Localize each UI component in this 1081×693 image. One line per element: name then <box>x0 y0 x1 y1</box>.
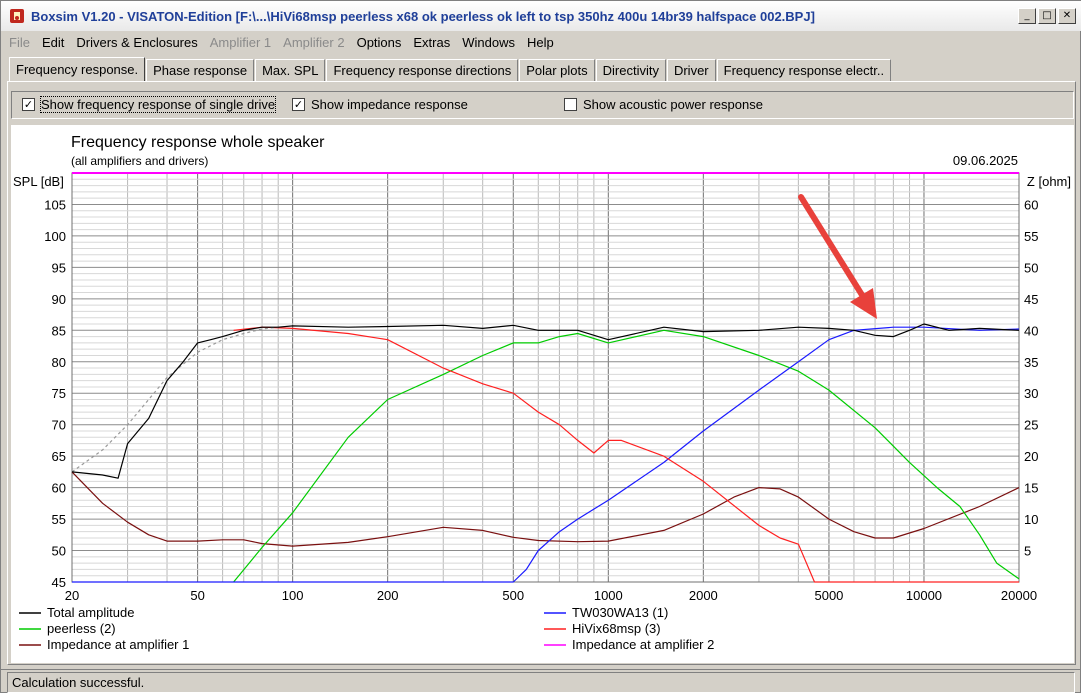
menu-amplifier-2[interactable]: Amplifier 2 <box>283 35 344 50</box>
legend-label-tw030: TW030WA13 (1) <box>572 605 668 620</box>
y-tick-label: 90 <box>52 292 66 307</box>
show-single-drive-checkbox[interactable]: ✓ Show frequency response of single driv… <box>22 96 277 113</box>
menu-amplifier-1[interactable]: Amplifier 1 <box>210 35 271 50</box>
status-text: Calculation successful. <box>7 671 1075 693</box>
y-tick-label: 70 <box>52 418 66 433</box>
tab-frequency-response[interactable]: Frequency response. <box>9 57 146 81</box>
menu-extras[interactable]: Extras <box>413 35 450 50</box>
series-line-impedance1 <box>71 471 1020 547</box>
frequency-response-chart[interactable]: Frequency response whole speaker (all am… <box>11 125 1074 663</box>
y-axis-label: SPL [dB] <box>13 174 64 189</box>
y-tick-label: 100 <box>44 229 66 244</box>
chart-grid <box>71 172 1020 583</box>
x-tick-label: 2000 <box>689 588 718 603</box>
checkbox-checked-icon: ✓ <box>22 98 35 111</box>
tab-directivity[interactable]: Directivity <box>595 59 666 81</box>
show-acoustic-power-checkbox[interactable]: Show acoustic power response <box>564 97 763 112</box>
x-tick-label: 500 <box>502 588 524 603</box>
y2-tick-label: 50 <box>1024 260 1038 275</box>
checkbox-unchecked-icon <box>564 98 577 111</box>
y2-tick-label: 25 <box>1024 418 1038 433</box>
y-tick-label: 60 <box>52 481 66 496</box>
window-title: Boxsim V1.20 - VISATON-Edition [F:\...\H… <box>31 8 815 24</box>
chart-series <box>71 172 1020 583</box>
x-tick-label: 50 <box>190 588 204 603</box>
y-tick-label: 80 <box>52 355 66 370</box>
y-tick-label: 55 <box>52 512 66 527</box>
chart-legend: Total amplitude TW030WA13 (1) peerless (2)… <box>19 605 714 652</box>
legend-label-total: Total amplitude <box>47 605 134 620</box>
y-tick-label: 105 <box>44 197 66 212</box>
chart-date: 09.06.2025 <box>953 153 1018 168</box>
y-tick-label: 85 <box>52 323 66 338</box>
legend-label-hivi: HiVix68msp (3) <box>572 621 661 636</box>
menu-drivers-enclosures[interactable]: Drivers & Enclosures <box>76 35 197 50</box>
x-tick-label: 20 <box>65 588 79 603</box>
menu-bar: File Edit Drivers & Enclosures Amplifier… <box>1 31 1081 53</box>
plot-frame <box>71 172 1020 583</box>
tab-phase-response[interactable]: Phase response <box>146 59 255 81</box>
y2-tick-label: 20 <box>1024 449 1038 464</box>
x-tick-label: 100 <box>282 588 304 603</box>
chart-title: Frequency response whole speaker <box>71 134 325 151</box>
tab-frequency-response-electrical[interactable]: Frequency response electr.. <box>716 59 892 81</box>
y2-tick-label: 40 <box>1024 323 1038 338</box>
y2-tick-label: 30 <box>1024 386 1038 401</box>
tab-polar-plots[interactable]: Polar plots <box>519 59 595 81</box>
checkbox-checked-icon: ✓ <box>292 98 305 111</box>
minimize-button[interactable]: _ <box>1018 8 1036 24</box>
tab-frequency-response-directions[interactable]: Frequency response directions <box>326 59 519 81</box>
y2-axis-label: Z [ohm] <box>1027 174 1071 189</box>
arrow-shaft <box>798 194 870 306</box>
show-impedance-label: Show impedance response <box>311 97 468 112</box>
options-bar: ✓ Show frequency response of single driv… <box>11 91 1074 119</box>
x-tick-label: 1000 <box>594 588 623 603</box>
legend-label-impedance2: Impedance at amplifier 2 <box>572 637 714 652</box>
menu-windows[interactable]: Windows <box>462 35 515 50</box>
x-tick-label: 20000 <box>1001 588 1037 603</box>
maximize-button[interactable]: □ <box>1038 8 1056 24</box>
y-tick-label: 75 <box>52 386 66 401</box>
y-tick-label: 50 <box>52 544 66 559</box>
y2-tick-label: 10 <box>1024 512 1038 527</box>
chart-subtitle: (all amplifiers and drivers) <box>71 154 208 168</box>
app-window: Boxsim V1.20 - VISATON-Edition [F:\...\H… <box>0 0 1081 693</box>
x-tick-label: 5000 <box>814 588 843 603</box>
show-acoustic-power-label: Show acoustic power response <box>583 97 763 112</box>
y2-tick-label: 15 <box>1024 481 1038 496</box>
menu-options[interactable]: Options <box>357 35 402 50</box>
chart-svg: Frequency response whole speaker (all am… <box>13 134 1071 652</box>
boxsim-app-icon <box>9 8 25 24</box>
show-single-drive-label: Show frequency response of single drive <box>39 96 277 113</box>
menu-edit[interactable]: Edit <box>42 35 64 50</box>
title-bar[interactable]: Boxsim V1.20 - VISATON-Edition [F:\...\H… <box>1 1 1081 31</box>
legend-label-impedance1: Impedance at amplifier 1 <box>47 637 189 652</box>
y-tick-label: 95 <box>52 260 66 275</box>
annotation-arrow <box>798 194 877 319</box>
show-impedance-checkbox[interactable]: ✓ Show impedance response <box>292 97 468 112</box>
y2-tick-label: 60 <box>1024 197 1038 212</box>
tab-max-spl[interactable]: Max. SPL <box>255 59 326 81</box>
status-bar: Calculation successful. <box>1 669 1081 693</box>
menu-help[interactable]: Help <box>527 35 554 50</box>
x-tick-label: 10000 <box>906 588 942 603</box>
tab-strip: Frequency response. Phase response Max. … <box>9 57 892 81</box>
close-button[interactable]: ✕ <box>1058 8 1076 24</box>
y-tick-label: 65 <box>52 449 66 464</box>
x-tick-label: 200 <box>377 588 399 603</box>
y2-tick-label: 45 <box>1024 292 1038 307</box>
series-line-total <box>71 323 1020 479</box>
menu-file[interactable]: File <box>9 35 30 50</box>
legend-label-peerless: peerless (2) <box>47 621 116 636</box>
chart-ticks: 45 50 55 60 65 70 75 80 85 90 95 100 105 5 10 15 20 25 30 3… <box>44 197 1038 603</box>
tab-driver[interactable]: Driver <box>666 59 716 81</box>
y2-tick-label: 5 <box>1024 544 1031 559</box>
y2-tick-label: 55 <box>1024 229 1038 244</box>
y2-tick-label: 35 <box>1024 355 1038 370</box>
